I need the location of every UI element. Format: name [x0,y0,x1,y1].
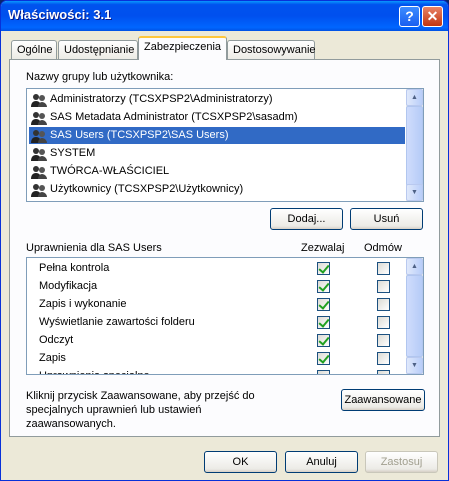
users-icon [31,183,47,197]
permission-name: Uprawnienia specjalne [39,368,150,374]
help-icon[interactable]: ? [399,6,420,27]
scroll-down-icon[interactable]: ▼ [406,357,423,374]
scroll-up-icon[interactable]: ▲ [406,258,423,275]
deny-checkbox[interactable] [377,370,390,374]
permission-row: Zapis i wykonanie [29,296,423,313]
permission-name: Modyfikacja [39,280,98,292]
permission-name: Odczyt [39,334,74,346]
deny-header: Odmów [364,242,402,254]
group-item[interactable]: TWÓRCA-WŁAŚCICIEL [29,163,405,180]
security-panel: Nazwy grupy lub użytkownika: Administrat… [9,59,440,437]
group-item[interactable]: SAS Metadata Administrator (TCSXPSP2\sas… [29,109,405,126]
permissions-scrollbar[interactable]: ▲ ▼ [406,258,423,374]
allow-header: Zezwalaj [301,242,345,254]
scroll-thumb[interactable] [406,106,423,186]
advanced-note: Kliknij przycisk Zaawansowane, aby przej… [26,390,255,430]
group-item[interactable]: Administratorzy (TCSXPSP2\Administratorz… [29,91,405,108]
tab-customize[interactable]: Dostosowywanie [227,40,316,59]
allow-checkbox[interactable] [317,280,330,293]
permissions-label: Uprawnienia dla SAS Users [26,242,162,254]
permission-row: Uprawnienia specjalne [29,368,423,374]
permission-name: Zapis i wykonanie [39,298,127,310]
cancel-button[interactable]: Anuluj [285,451,358,473]
users-icon [31,111,47,125]
tab-general[interactable]: Ogólne [11,40,57,59]
properties-dialog: Właściwości: 3.1 ? ✕ Ogólne Udostępniani… [0,0,449,481]
permission-row: Zapis [29,350,423,367]
deny-checkbox[interactable] [377,298,390,311]
remove-button[interactable]: Usuń [350,208,423,230]
deny-checkbox[interactable] [377,280,390,293]
groups-label: Nazwy grupy lub użytkownika: [26,71,174,83]
allow-checkbox[interactable] [317,316,330,329]
users-icon [31,165,47,179]
deny-checkbox[interactable] [377,316,390,329]
allow-checkbox[interactable] [317,298,330,311]
deny-checkbox[interactable] [377,262,390,275]
group-item[interactable]: Użytkownicy (TCSXPSP2\Użytkownicy) [29,181,405,198]
scroll-up-icon[interactable]: ▲ [406,89,423,106]
apply-button[interactable]: Zastosuj [365,451,438,473]
tab-security[interactable]: Zabezpieczenia [138,36,227,60]
permission-row: Modyfikacja [29,278,423,295]
group-item[interactable]: SYSTEM [29,145,405,162]
scroll-down-icon[interactable]: ▼ [406,184,423,201]
groups-scrollbar[interactable]: ▲ ▼ [406,89,423,201]
groups-listbox[interactable]: Administratorzy (TCSXPSP2\Administratorz… [26,88,424,202]
permission-name: Zapis [39,352,66,364]
users-icon [31,93,47,107]
permission-name: Wyświetlanie zawartości folderu [39,316,195,328]
allow-checkbox[interactable] [317,352,330,365]
deny-checkbox[interactable] [377,334,390,347]
permission-row: Pełna kontrola [29,260,423,277]
advanced-button[interactable]: Zaawansowane [341,389,425,411]
close-icon[interactable]: ✕ [422,6,443,27]
scroll-thumb[interactable] [406,275,423,357]
users-icon [31,147,47,161]
permission-row: Wyświetlanie zawartości folderu [29,314,423,331]
allow-checkbox[interactable] [317,370,330,374]
permission-row: Odczyt [29,332,423,349]
permission-name: Pełna kontrola [39,262,110,274]
group-item[interactable]: SAS Users (TCSXPSP2\SAS Users) [29,127,405,144]
deny-checkbox[interactable] [377,352,390,365]
users-icon [31,129,47,143]
permissions-list[interactable]: Pełna kontrola Modyfikacja Zapis i wykonan… [26,257,424,375]
tab-sharing[interactable]: Udostępnianie [58,40,138,59]
ok-button[interactable]: OK [204,451,277,473]
allow-checkbox[interactable] [317,262,330,275]
title-bar[interactable]: Właściwości: 3.1 ? ✕ [1,1,448,31]
window-title: Właściwości: 3.1 [8,7,112,22]
add-button[interactable]: Dodaj... [270,208,343,230]
allow-checkbox[interactable] [317,334,330,347]
